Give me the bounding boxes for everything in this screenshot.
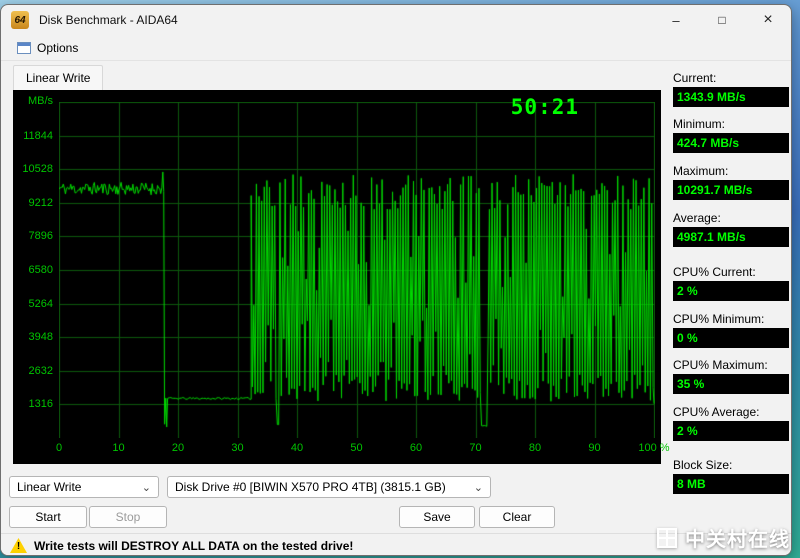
watermark: 中关村在线 (657, 523, 790, 552)
y-tick-label: 6580 (28, 264, 53, 276)
y-axis-unit-label: MB/s (27, 95, 53, 107)
y-tick-label: 1316 (28, 398, 53, 411)
stat-label: Minimum: (673, 117, 726, 131)
x-tick-label: 60 (409, 442, 423, 454)
y-tick-label: 9212 (28, 196, 53, 209)
stat-value: 0 % (673, 328, 789, 348)
stat-label: Block Size: (673, 458, 733, 472)
y-tick-label: 11844 (23, 129, 53, 142)
test-type-value: Linear Write (17, 480, 82, 494)
stat-label: Current: (673, 71, 717, 85)
x-tick-label: 80 (528, 442, 542, 454)
stats-panel: Current: 1343.9 MB/s Minimum: 424.7 MB/s… (673, 5, 789, 555)
x-tick-label: 90 (588, 442, 601, 454)
x-tick-label: 30 (231, 442, 244, 454)
y-tick-label: 2632 (28, 364, 53, 377)
stat-value: 35 % (673, 374, 789, 394)
warning-exclamation: ! (16, 541, 21, 552)
save-button[interactable]: Save (399, 506, 475, 528)
y-tick-label: 5264 (28, 297, 53, 310)
stat-minimum: Minimum: 424.7 MB/s (673, 117, 789, 153)
stat-cpu-maximum: CPU% Maximum: 35 % (673, 358, 789, 394)
x-tick-label: 100 % (638, 442, 670, 454)
watermark-logo-icon (657, 527, 677, 548)
stat-value: 10291.7 MB/s (673, 180, 789, 200)
stat-cpu-current: CPU% Current: 2 % (673, 265, 789, 301)
x-tick-label: 50 (350, 442, 363, 454)
stat-cpu-average: CPU% Average: 2 % (673, 405, 789, 441)
stat-label: Maximum: (673, 164, 729, 178)
drive-value: Disk Drive #0 [BIWIN X570 PRO 4TB] (3815… (175, 480, 446, 494)
stat-label: CPU% Current: (673, 265, 756, 279)
stat-average: Average: 4987.1 MB/s (673, 211, 789, 247)
stat-value: 424.7 MB/s (673, 133, 789, 153)
y-tick-label: 7896 (28, 230, 53, 243)
stat-label: CPU% Minimum: (673, 312, 765, 326)
stat-label: CPU% Average: (673, 405, 760, 419)
options-icon (17, 41, 31, 54)
x-tick-label: 40 (290, 442, 304, 454)
stat-cpu-minimum: CPU% Minimum: 0 % (673, 312, 789, 348)
options-menu-button[interactable]: Options (9, 38, 86, 58)
stat-value: 2 % (673, 281, 789, 301)
stat-value: 4987.1 MB/s (673, 227, 789, 247)
stat-value: 8 MB (673, 474, 789, 494)
tab-linear-write[interactable]: Linear Write (13, 65, 104, 90)
disk-benchmark-window: 64 Disk Benchmark - AIDA64 – □ × Options… (0, 4, 792, 556)
chevron-down-icon: ⌄ (473, 481, 483, 494)
aida64-app-icon: 64 (11, 11, 29, 29)
benchmark-chart-panel: MB/s 50:21 11844 10528 9212 7896 6580 5264 394… (13, 90, 670, 464)
y-tick-label: 10528 (22, 163, 53, 176)
stat-value: 2 % (673, 421, 789, 441)
stop-button[interactable]: Stop (89, 506, 167, 528)
x-tick-label: 20 (171, 442, 185, 454)
stat-value: 1343.9 MB/s (673, 87, 789, 107)
stat-label: Average: (673, 211, 721, 225)
warning-icon: ! (10, 538, 27, 553)
status-warning-text: Write tests will DESTROY ALL DATA on the… (34, 538, 354, 553)
options-label: Options (37, 40, 79, 55)
start-button[interactable]: Start (9, 506, 87, 528)
clear-button[interactable]: Clear (479, 506, 555, 528)
watermark-text: 中关村在线 (685, 529, 790, 551)
stat-current: Current: 1343.9 MB/s (673, 71, 789, 107)
x-tick-label: 0 (55, 442, 63, 454)
stat-block-size: Block Size: 8 MB (673, 458, 789, 494)
elapsed-timer: 50:21 (510, 95, 579, 119)
y-tick-label: 3948 (28, 331, 53, 344)
x-tick-label: 70 (469, 442, 482, 454)
x-tick-label: 10 (112, 442, 125, 454)
stat-label: CPU% Maximum: (673, 358, 768, 372)
window-title: Disk Benchmark - AIDA64 (39, 13, 178, 27)
test-type-dropdown[interactable]: Linear Write ⌄ (9, 476, 159, 498)
drive-dropdown[interactable]: Disk Drive #0 [BIWIN X570 PRO 4TB] (3815… (167, 476, 491, 498)
benchmark-chart-canvas (59, 102, 655, 438)
stat-maximum: Maximum: 10291.7 MB/s (673, 164, 789, 200)
chevron-down-icon: ⌄ (141, 481, 151, 494)
